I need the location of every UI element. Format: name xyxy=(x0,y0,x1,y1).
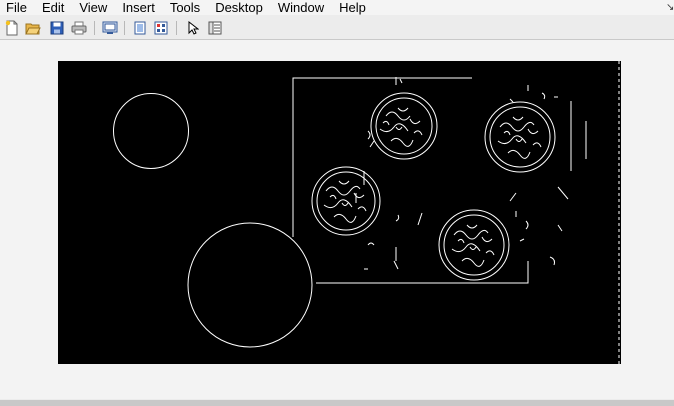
menu-insert[interactable]: Insert xyxy=(115,0,163,15)
edge-image xyxy=(113,61,620,364)
textured-coin-3 xyxy=(311,166,381,236)
open-file-icon[interactable] xyxy=(24,19,42,37)
menu-window[interactable]: Window xyxy=(271,0,332,15)
new-figure-icon[interactable] xyxy=(3,19,21,37)
link-plot-icon[interactable] xyxy=(101,19,119,37)
edit-plot-icon[interactable] xyxy=(184,19,202,37)
textured-coin-2 xyxy=(484,101,556,173)
plot-browser-icon[interactable] xyxy=(206,19,224,37)
menu-file[interactable]: File xyxy=(0,0,35,15)
textured-coin-1 xyxy=(370,92,438,160)
save-icon[interactable] xyxy=(48,19,66,37)
menu-help[interactable]: Help xyxy=(332,0,374,15)
menu-bar: File Edit View Insert Tools Desktop Wind… xyxy=(0,0,674,15)
hide-plot-tools-icon[interactable] xyxy=(131,19,149,37)
menu-desktop[interactable]: Desktop xyxy=(208,0,271,15)
print-icon[interactable] xyxy=(70,19,88,37)
toolbar-separator xyxy=(94,21,95,35)
menu-edit[interactable]: Edit xyxy=(35,0,72,15)
toolbar-separator xyxy=(176,21,177,35)
dock-arrow-icon[interactable]: ↘ xyxy=(666,0,674,15)
plain-circle-large xyxy=(187,222,313,348)
plain-circle-small xyxy=(113,93,189,169)
figure-toolbar xyxy=(0,17,674,40)
image-axes[interactable] xyxy=(58,61,621,364)
textured-coin-4 xyxy=(438,209,510,281)
show-plot-tools-icon[interactable] xyxy=(152,19,170,37)
status-strip xyxy=(0,400,674,406)
menu-view[interactable]: View xyxy=(72,0,115,15)
toolbar-separator xyxy=(124,21,125,35)
menu-tools[interactable]: Tools xyxy=(163,0,208,15)
